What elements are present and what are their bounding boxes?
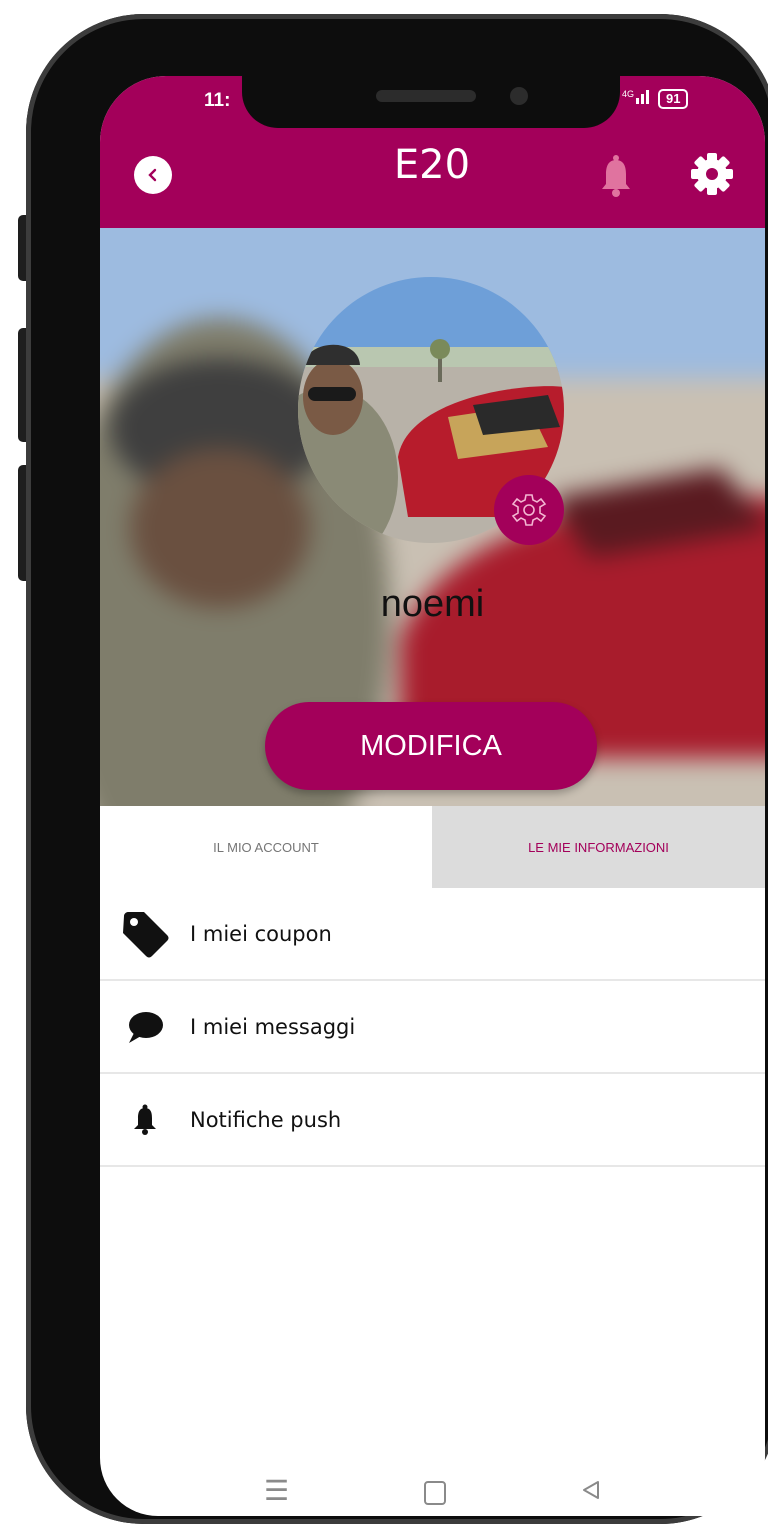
back-button[interactable] <box>134 156 172 194</box>
settings-button[interactable] <box>690 152 734 201</box>
speaker-grille <box>376 90 476 102</box>
home-icon[interactable] <box>424 1481 446 1505</box>
tag-icon <box>100 910 190 958</box>
speech-bubble-icon <box>100 1010 190 1044</box>
profile-hero: noemi MODIFICA <box>100 228 765 806</box>
system-nav-bar: ☰ <box>100 1471 765 1516</box>
gear-icon <box>691 153 733 195</box>
list-item-label: I miei messaggi <box>190 1014 356 1039</box>
status-time: 11: <box>204 90 231 111</box>
battery-icon: 91 <box>658 88 689 109</box>
bell-icon <box>602 155 630 197</box>
phone-frame: 11: 4G 91 E20 noemi MODIFICA IL MIO ACCO… <box>26 14 768 1524</box>
list-item-label: I miei coupon <box>190 921 332 946</box>
tab-my-account[interactable]: IL MIO ACCOUNT <box>100 806 432 888</box>
avatar-settings-button[interactable] <box>494 475 564 545</box>
tab-my-information[interactable]: LE MIE INFORMAZIONI <box>432 806 765 888</box>
bell-icon <box>100 1104 190 1136</box>
app-title: E20 <box>393 142 471 188</box>
chevron-left-icon <box>148 168 157 182</box>
profile-tabs: IL MIO ACCOUNT LE MIE INFORMAZIONI <box>100 806 765 888</box>
edit-profile-button[interactable]: MODIFICA <box>265 702 597 790</box>
network-label: 4G <box>622 89 634 99</box>
status-indicators: 4G 91 <box>622 88 689 109</box>
phone-screen: 11: 4G 91 E20 noemi MODIFICA IL MIO ACCO… <box>100 76 765 1516</box>
phone-notch <box>242 76 620 128</box>
list-item-push-notifications[interactable]: Notifiche push <box>100 1074 765 1167</box>
list-item-coupons[interactable]: I miei coupon <box>100 888 765 981</box>
notifications-button[interactable] <box>598 154 634 203</box>
back-triangle-icon[interactable] <box>580 1479 602 1506</box>
menu-icon[interactable]: ☰ <box>264 1477 289 1505</box>
signal-icon: 4G <box>622 88 650 109</box>
menu-list: I miei coupon I miei messaggi Notifiche … <box>100 888 765 1167</box>
user-name: noemi <box>380 583 485 625</box>
gear-outline-icon <box>511 494 547 526</box>
app-header: E20 <box>100 128 765 228</box>
front-camera <box>510 87 528 105</box>
list-item-messages[interactable]: I miei messaggi <box>100 981 765 1074</box>
list-item-label: Notifiche push <box>190 1107 342 1132</box>
